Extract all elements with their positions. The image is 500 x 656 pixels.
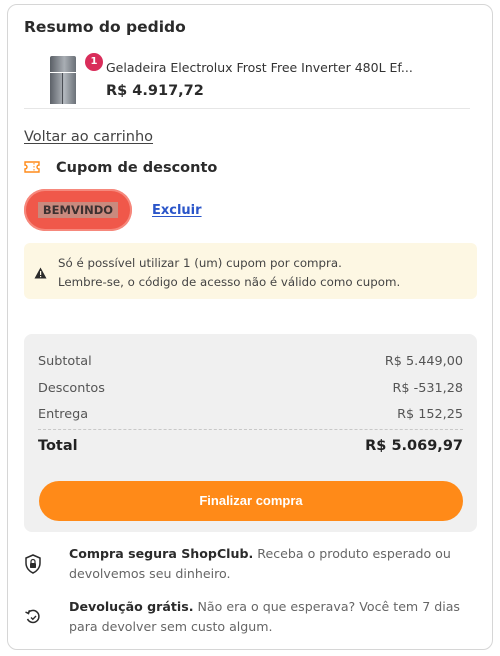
ticket-icon [24,161,40,173]
total-label: Total [38,438,78,454]
discount-row: Descontos R$ -531,28 [38,381,463,401]
summary-title: Resumo do pedido [24,18,186,36]
secure-purchase-feature: Compra segura ShopClub. Receba o produto… [24,544,464,586]
coupon-notice: Só é possível utilizar 1 (um) cupom por … [24,243,477,299]
subtotal-label: Subtotal [38,354,92,369]
checkout-button[interactable]: Finalizar compra [39,481,463,521]
discount-value: R$ -531,28 [392,381,464,396]
product-price: R$ 4.917,72 [106,83,204,99]
shipping-label: Entrega [38,407,89,422]
secure-purchase-text: Compra segura ShopClub. Receba o produto… [69,544,469,584]
order-summary-card: Resumo do pedido 1 Geladeira Electrolux … [7,4,493,650]
coupon-code: BEMVINDO [38,202,118,218]
coupon-notice-line-1: Só é possível utilizar 1 (um) cupom por … [58,256,342,270]
secure-purchase-title: Compra segura ShopClub. [69,546,254,561]
return-icon [25,609,40,624]
free-return-feature: Devolução grátis. Não era o que esperava… [24,597,464,639]
quantity-badge: 1 [85,53,103,71]
product-thumbnail [50,56,76,104]
product-item[interactable]: 1 Geladeira Electrolux Frost Free Invert… [24,49,470,109]
shipping-value: R$ 152,25 [397,407,463,422]
coupon-notice-text: Só é possível utilizar 1 (um) cupom por … [58,254,400,292]
free-return-title: Devolução grátis. [69,599,194,614]
coupon-notice-line-2: Lembre-se, o código de acesso não é váli… [58,275,401,289]
total-value: R$ 5.069,97 [365,438,463,454]
coupon-title: Cupom de desconto [56,160,218,176]
free-return-text: Devolução grátis. Não era o que esperava… [69,597,469,637]
subtotal-row: Subtotal R$ 5.449,00 [38,354,463,374]
discount-label: Descontos [38,381,105,396]
shield-lock-icon [25,554,41,574]
totals-panel: Subtotal R$ 5.449,00 Descontos R$ -531,2… [24,334,477,532]
totals-divider [38,429,463,430]
total-row: Total R$ 5.069,97 [38,438,463,460]
remove-coupon-link[interactable]: Excluir [152,203,202,218]
warning-icon [34,267,47,279]
product-name: Geladeira Electrolux Frost Free Inverter… [106,60,413,75]
applied-coupon-chip: BEMVINDO [24,189,132,231]
subtotal-value: R$ 5.449,00 [384,354,463,369]
back-to-cart-link[interactable]: Voltar ao carrinho [24,129,153,145]
shipping-row: Entrega R$ 152,25 [38,407,463,427]
